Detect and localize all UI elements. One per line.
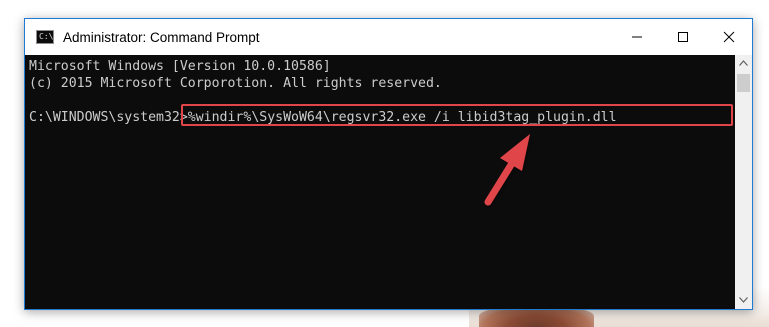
vertical-scrollbar[interactable] [735,55,752,309]
scrollbar-thumb[interactable] [737,74,750,92]
chevron-down-icon [739,297,748,303]
scroll-up-button[interactable] [735,55,752,72]
minimize-icon [632,36,642,38]
console-prompt: C:\WINDOWS\system32> [29,110,188,125]
console-version-line: Microsoft Windows [Version 10.0.10586] [29,59,331,74]
minimize-button[interactable] [614,19,660,55]
desktop: C:\ Administrator: Command Prompt Micros… [0,0,769,327]
chevron-up-icon [739,60,748,66]
cmd-icon-glyph: C:\ [39,32,54,41]
command-prompt-window: C:\ Administrator: Command Prompt Micros… [24,18,753,310]
maximize-icon [678,32,688,42]
close-icon [723,31,735,43]
window-controls [614,19,752,55]
window-title: Administrator: Command Prompt [63,29,260,45]
console-copyright-line: (c) 2015 Microsoft Corporotion. All righ… [29,76,442,91]
console-output[interactable]: Microsoft Windows [Version 10.0.10586] (… [25,55,735,309]
title-bar[interactable]: C:\ Administrator: Command Prompt [25,19,752,55]
cmd-icon[interactable]: C:\ [36,30,54,44]
scroll-down-button[interactable] [735,292,752,309]
maximize-button[interactable] [660,19,706,55]
close-button[interactable] [706,19,752,55]
command-highlight-box [181,104,733,126]
pointer-arrow-icon [484,134,530,206]
